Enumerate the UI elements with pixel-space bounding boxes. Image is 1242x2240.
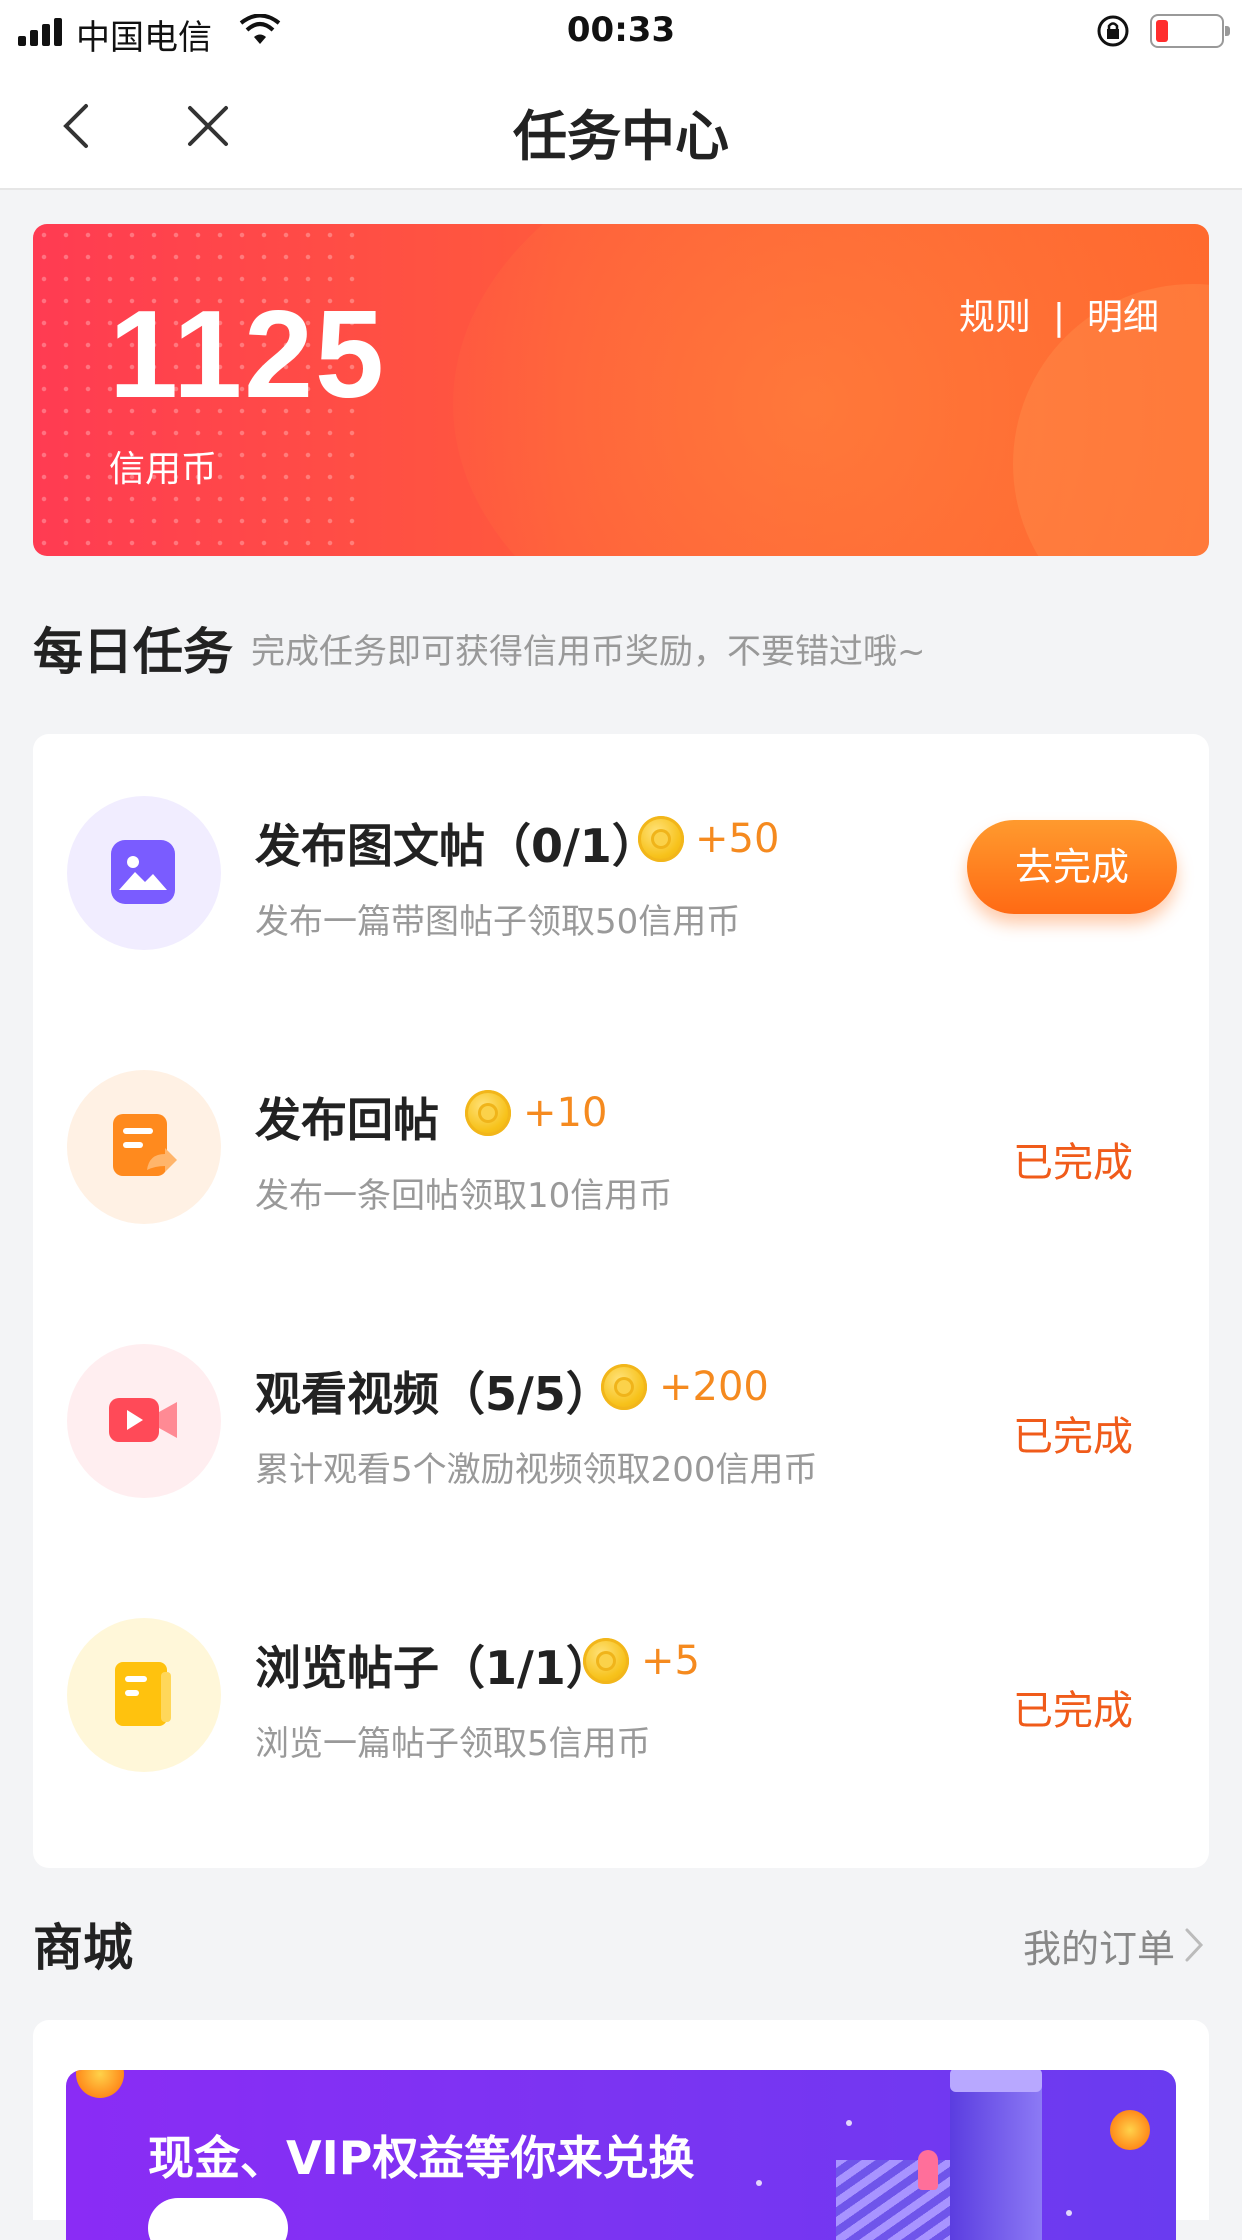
chevron-right-icon[interactable] [1179, 1920, 1209, 1970]
mall-banner-text: 现金、VIP权益等你来兑换 [148, 2131, 695, 2185]
tower-illustration [950, 2080, 1042, 2240]
task-item: 发布图文帖（0/1） +50 发布一篇带图帖子领取50信用币 去完成 [33, 764, 1209, 964]
completed-label: 已完成 [1013, 1414, 1133, 1460]
task-item: 浏览帖子（1/1） +5 浏览一篇帖子领取5信用币 已完成 [33, 1586, 1209, 1786]
banner-links: 规则 | 明细 [959, 288, 1159, 340]
task-description: 累计观看5个激励视频领取200信用币 [255, 1450, 818, 1490]
credit-amount: 1125 [109, 286, 387, 424]
battery-icon [1150, 14, 1230, 48]
mall-promo-banner[interactable]: 现金、VIP权益等你来兑换 [66, 2070, 1176, 2240]
task-reward: +50 [695, 816, 780, 862]
task-reward: +5 [641, 1638, 700, 1684]
task-item: 发布回帖 +10 发布一条回帖领取10信用币 已完成 [33, 1038, 1209, 1238]
details-link[interactable]: 明细 [1087, 297, 1159, 338]
task-name: 发布图文帖（0/1） [255, 819, 658, 873]
task-description: 浏览一篇帖子领取5信用币 [255, 1724, 651, 1764]
rotation-lock-icon [1097, 15, 1129, 47]
task-reward: +10 [523, 1090, 608, 1136]
daily-tasks-header: 每日任务 完成任务即可获得信用币奖励，不要错过哦~ [33, 612, 926, 682]
exchange-button[interactable] [148, 2198, 288, 2240]
links-separator: | [1052, 297, 1065, 338]
daily-tasks-title: 每日任务 [33, 623, 233, 681]
reply-post-icon [113, 1114, 177, 1176]
clock: 00:33 [566, 10, 676, 50]
coin-icon [601, 1364, 647, 1410]
daily-tasks-subtitle: 完成任务即可获得信用币奖励，不要错过哦~ [251, 631, 926, 672]
task-name: 发布回帖 [255, 1093, 439, 1147]
person-illustration [918, 2150, 938, 2190]
task-description: 发布一条回帖领取10信用币 [255, 1176, 673, 1216]
completed-label: 已完成 [1013, 1688, 1133, 1734]
document-icon [115, 1662, 171, 1726]
image-icon [111, 840, 175, 904]
credit-unit-label: 信用币 [109, 449, 218, 490]
mall-title: 商城 [33, 1919, 133, 1977]
coin-icon [638, 816, 684, 862]
task-list: 发布图文帖（0/1） +50 发布一篇带图帖子领取50信用币 去完成 发布回帖 … [33, 734, 1209, 1868]
status-bar: 中国电信 00:33 [0, 0, 1242, 62]
task-description: 发布一篇带图帖子领取50信用币 [255, 902, 741, 942]
task-item: 观看视频（5/5） +200 累计观看5个激励视频领取200信用币 已完成 [33, 1312, 1209, 1512]
rules-link[interactable]: 规则 [959, 297, 1031, 338]
stairs-illustration [836, 2160, 956, 2240]
go-complete-button[interactable]: 去完成 [967, 820, 1177, 914]
video-camera-icon [109, 1398, 177, 1442]
task-name: 浏览帖子（1/1） [255, 1641, 612, 1695]
completed-label: 已完成 [1013, 1140, 1133, 1186]
coin-decoration [1110, 2110, 1150, 2150]
coin-decoration [76, 2070, 124, 2098]
nav-bar: 任务中心 [0, 62, 1242, 190]
coin-icon [465, 1090, 511, 1136]
task-reward: +200 [659, 1364, 769, 1410]
coin-icon [583, 1638, 629, 1684]
my-orders-link[interactable]: 我的订单 [1023, 1918, 1175, 1973]
mall-header: 商城 我的订单 [33, 1908, 1209, 1978]
credit-balance-banner: 1125 信用币 规则 | 明细 [33, 224, 1209, 556]
task-name: 观看视频（5/5） [255, 1367, 612, 1421]
page-title: 任务中心 [513, 105, 729, 168]
